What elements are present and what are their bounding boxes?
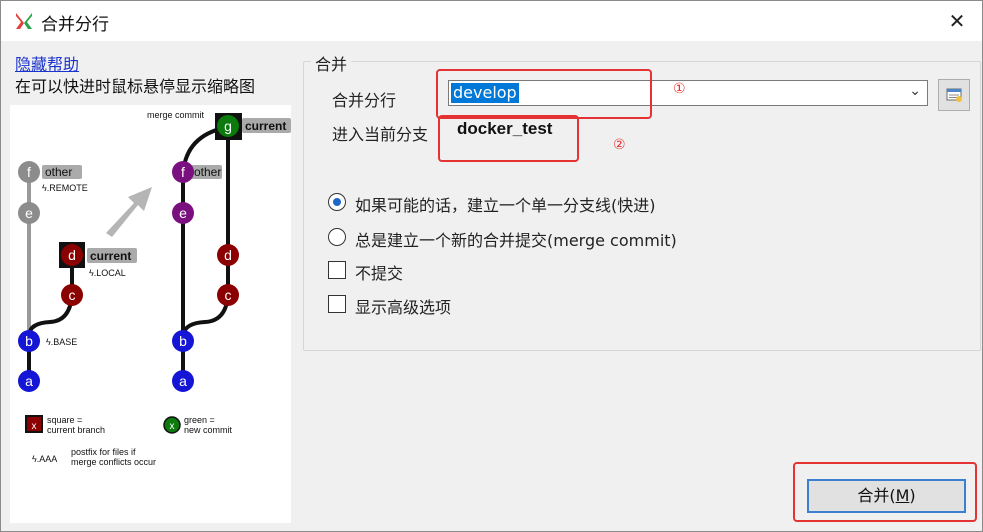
legend-green-text-1: green = xyxy=(184,415,215,425)
hide-help-link[interactable]: 隐藏帮助 xyxy=(15,51,79,75)
node-label: c xyxy=(69,287,76,303)
merge-help-diagram: d current ϟ.LOCAL c f other ϟ.REMOTE e b… xyxy=(10,105,291,523)
merge-into-label: 进入当前分支 xyxy=(332,125,429,144)
fast-forward-label: 如果可能的话，建立一个单一分支线(快进) xyxy=(355,196,656,215)
node-label: d xyxy=(224,247,232,263)
browse-branches-button[interactable] xyxy=(938,79,970,111)
branch-browser-icon xyxy=(946,88,962,102)
node-label: e xyxy=(179,205,187,221)
tag-remote: ϟ.REMOTE xyxy=(42,183,88,193)
node-label: a xyxy=(25,373,33,389)
transition-arrow-icon xyxy=(106,187,152,237)
legend-square-text-1: square = xyxy=(47,415,82,425)
always-merge-commit-label: 总是建立一个新的合并提交(merge commit) xyxy=(355,231,677,250)
node-label: d xyxy=(68,247,76,263)
annotation-box-1 xyxy=(436,69,652,119)
legend-green-text-2: new commit xyxy=(184,425,233,435)
merge-button-accel-key: M xyxy=(895,486,910,505)
node-label: g xyxy=(224,118,232,134)
no-commit-label: 不提交 xyxy=(355,264,404,283)
annotation-number-1: ① xyxy=(673,81,686,97)
close-icon[interactable]: ✕ xyxy=(942,7,972,35)
window-title: 合并分行 xyxy=(41,15,109,35)
node-label: f xyxy=(181,164,185,180)
fast-forward-radio[interactable] xyxy=(328,193,346,211)
tag-current-before: current xyxy=(90,249,131,263)
merge-from-label: 合并分行 xyxy=(332,91,397,110)
node-label: f xyxy=(27,164,31,180)
legend-square-text-2: current branch xyxy=(47,425,105,435)
merge-group-title: 合并 xyxy=(311,51,352,75)
app-logo-icon xyxy=(16,13,32,29)
tag-current-after: current xyxy=(245,119,286,133)
tag-other-before: other xyxy=(45,165,72,179)
node-label: e xyxy=(25,205,33,221)
tag-local: ϟ.LOCAL xyxy=(89,268,126,278)
node-label: c xyxy=(225,287,232,303)
chevron-down-icon[interactable]: ⌄ xyxy=(909,83,921,99)
no-commit-checkbox[interactable] xyxy=(328,261,346,279)
tag-other-after: other xyxy=(194,165,221,179)
legend-postfix-text-2: merge conflicts occur xyxy=(71,457,156,467)
node-label: b xyxy=(25,333,33,349)
merge-button-label-post: ) xyxy=(909,486,916,505)
legend-green-mark: x xyxy=(170,421,175,432)
legend-postfix-text-1: postfix for files if xyxy=(71,447,136,457)
hover-hint-text: 在可以快进时鼠标悬停显示缩略图 xyxy=(15,77,256,96)
legend-square-mark: x xyxy=(32,421,37,432)
merge-dialog: 合并分行 ✕ 隐藏帮助 在可以快进时鼠标悬停显示缩略图 d current ϟ.… xyxy=(0,0,983,532)
node-label: b xyxy=(179,333,187,349)
legend-postfix-mark: ϟ.AAA xyxy=(32,454,57,464)
node-label: a xyxy=(179,373,187,389)
annotation-box-2 xyxy=(438,115,579,162)
title-bar: 合并分行 ✕ xyxy=(1,1,982,41)
merge-button-label-pre: 合并( xyxy=(857,486,896,505)
merge-button[interactable]: 合并(M) xyxy=(807,479,966,513)
merge-commit-label: merge commit xyxy=(147,110,205,120)
tag-base: ϟ.BASE xyxy=(46,337,77,347)
always-merge-commit-radio[interactable] xyxy=(328,228,346,246)
show-advanced-checkbox[interactable] xyxy=(328,295,346,313)
annotation-number-2: ② xyxy=(613,137,626,153)
show-advanced-label: 显示高级选项 xyxy=(355,298,452,317)
